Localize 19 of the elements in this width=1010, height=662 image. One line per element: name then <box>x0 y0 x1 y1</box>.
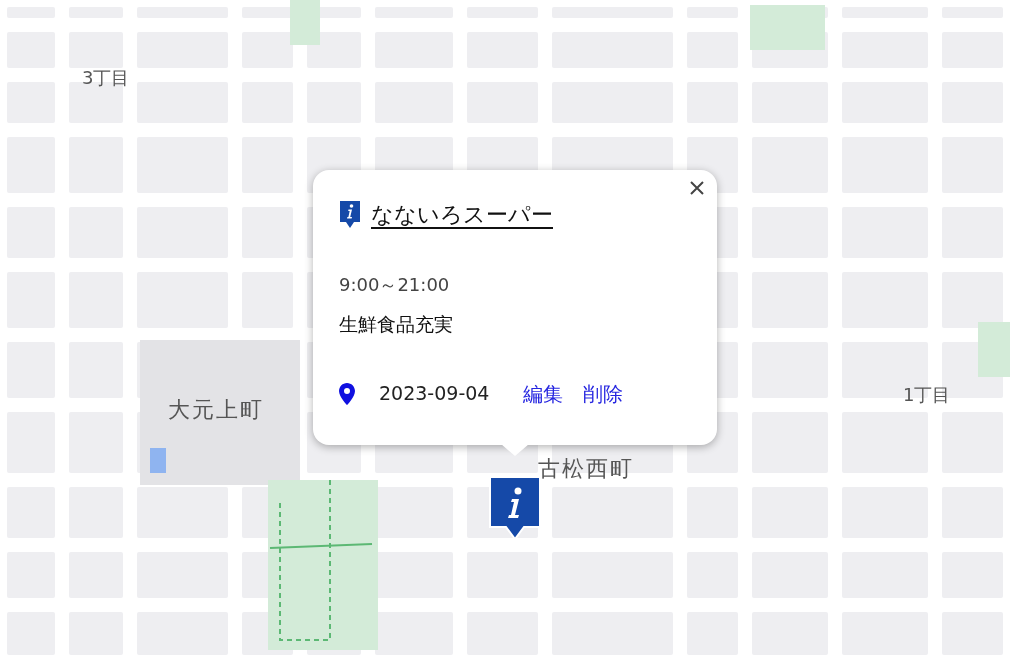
city-block <box>942 272 1003 328</box>
map-place-label: 大元上町 <box>168 396 264 424</box>
description-text: 生鮮食品充実 <box>339 312 454 337</box>
opening-hours-text: 9:00～21:00 <box>339 273 451 297</box>
map-place-label: 1丁目 <box>903 383 951 407</box>
location-pin-icon <box>339 382 355 405</box>
city-block <box>242 32 293 68</box>
water-area <box>150 448 166 473</box>
date-text: 2023-09-04 <box>379 381 490 407</box>
info-marker-icon <box>339 199 361 230</box>
place-title-link[interactable]: なないろスーパー <box>371 198 553 231</box>
city-block <box>307 32 361 68</box>
park-area <box>978 322 1010 377</box>
map-place-label: 3丁目 <box>82 66 130 90</box>
map-place-label: 古松西町 <box>538 455 634 483</box>
edit-link[interactable]: 編集 <box>523 378 564 409</box>
delete-link[interactable]: 削除 <box>583 378 624 409</box>
city-block <box>242 7 293 18</box>
park-area <box>290 0 320 45</box>
